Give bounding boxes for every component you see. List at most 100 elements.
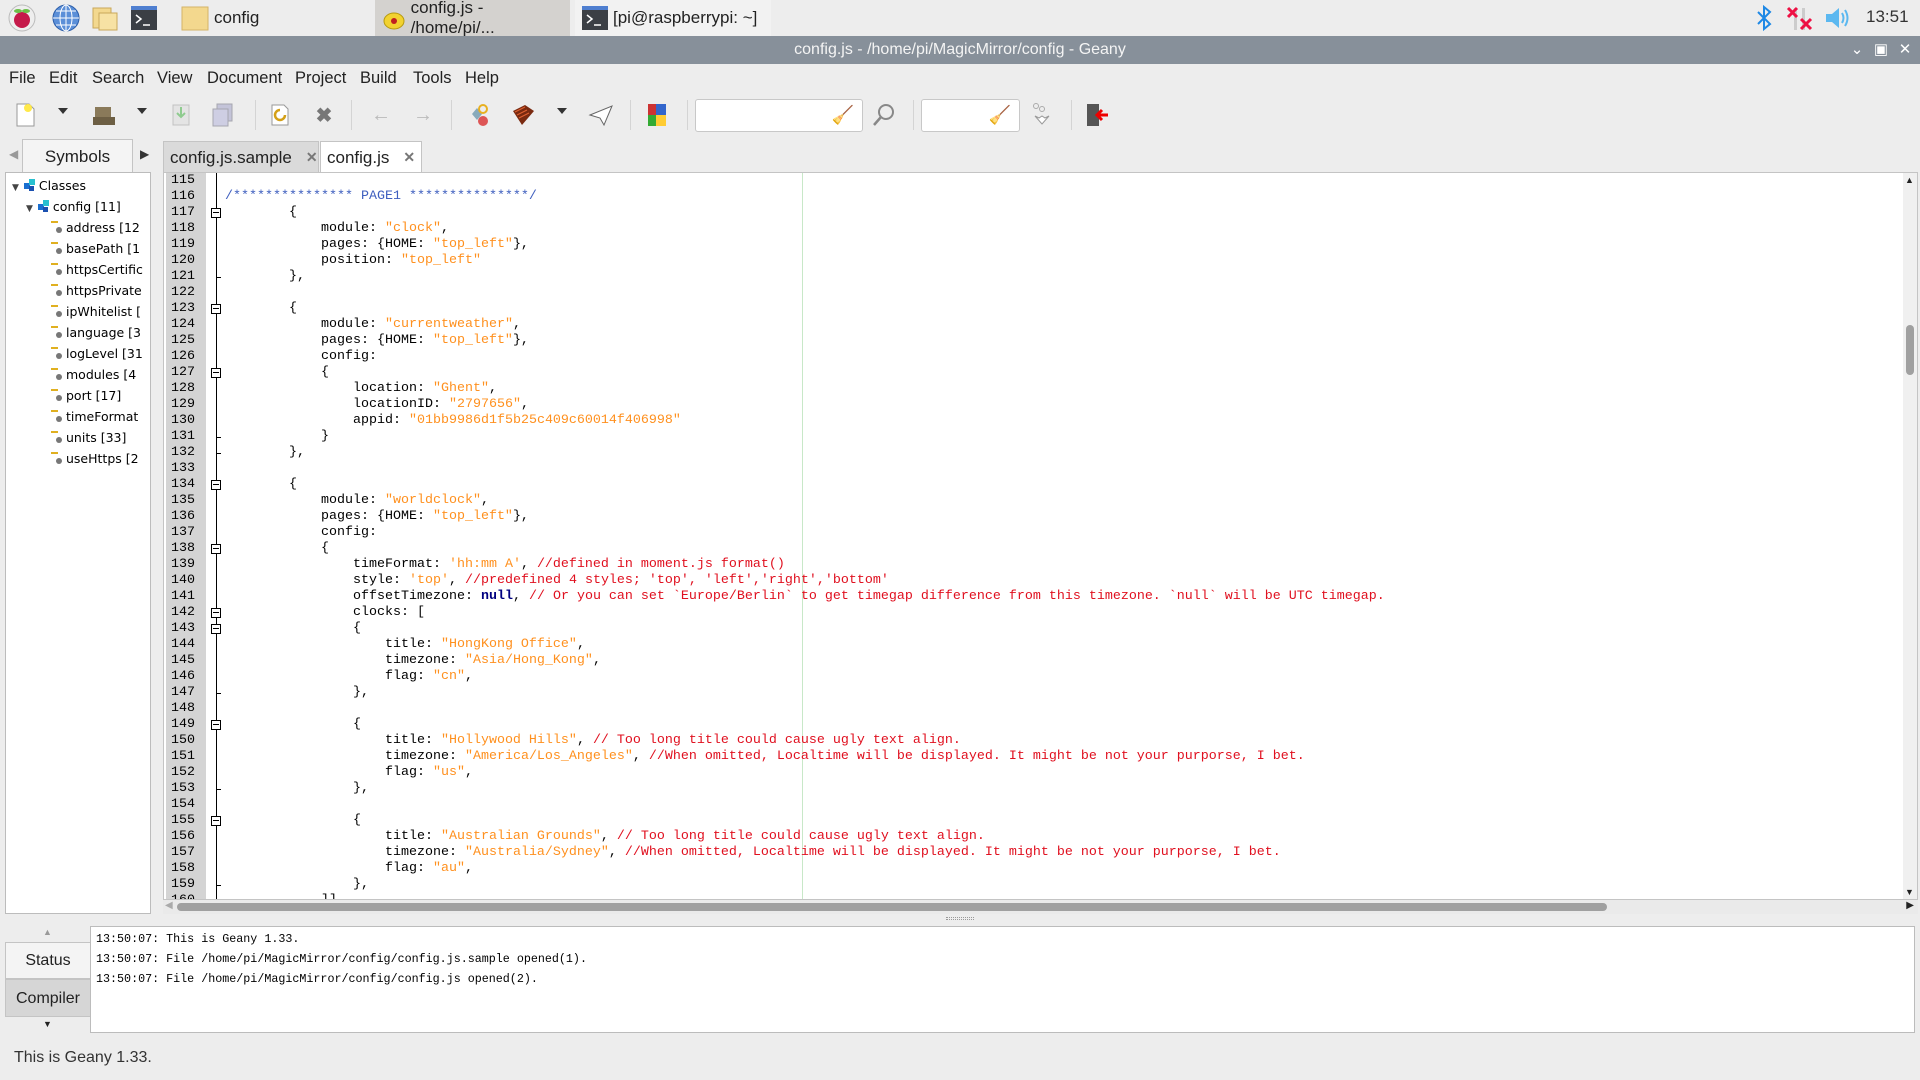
code-line[interactable]: { — [225, 717, 361, 733]
fold-collapse-icon[interactable] — [211, 544, 221, 554]
code-line[interactable]: title: "HongKong Office", — [225, 637, 585, 653]
tree-item[interactable]: ▼ config [11] — [26, 196, 121, 217]
tab-scroll-left-icon[interactable]: ◀ — [9, 147, 18, 161]
code-line[interactable]: flag: "us", — [225, 765, 473, 781]
jump-to-line-icon[interactable] — [1028, 101, 1056, 129]
code-line[interactable]: { — [225, 541, 329, 557]
code-line[interactable]: ]] — [225, 893, 337, 899]
scroll-down-icon[interactable]: ▼ — [1905, 887, 1914, 897]
horizontal-scrollbar[interactable]: ◀ ▶ — [163, 900, 1918, 914]
close-window-icon[interactable]: ✕ — [1895, 36, 1915, 64]
tab-scroll-down-icon[interactable]: ▼ — [43, 1019, 52, 1029]
scroll-left-icon[interactable]: ◀ — [165, 900, 173, 911]
menu-search[interactable]: Search — [92, 69, 144, 88]
fold-collapse-icon[interactable] — [211, 208, 221, 218]
tree-item[interactable]: modules [4 — [50, 364, 136, 385]
code-line[interactable]: flag: "au", — [225, 861, 473, 877]
new-file-icon[interactable] — [11, 101, 39, 129]
menu-document[interactable]: Document — [207, 69, 282, 88]
code-line[interactable]: timeFormat: 'hh:mm A', //defined in mome… — [225, 557, 785, 573]
scroll-right-icon[interactable]: ▶ — [1906, 900, 1914, 911]
code-line[interactable]: { — [225, 301, 297, 317]
code-line[interactable]: locationID: "2797656", — [225, 397, 529, 413]
compile-icon[interactable] — [466, 101, 494, 129]
code-line[interactable]: position: "top_left" — [225, 253, 481, 269]
code-line[interactable]: title: "Australian Grounds", // Too long… — [225, 829, 985, 845]
code-line[interactable]: } — [225, 429, 329, 445]
code-editor[interactable]: 115 116 /*************** PAGE1 ***********… — [163, 172, 1918, 900]
network-disconnected-icon[interactable] — [1786, 4, 1814, 32]
tree-item[interactable]: timeFormat — [50, 406, 138, 427]
code-line[interactable]: flag: "cn", — [225, 669, 473, 685]
code-line[interactable]: { — [225, 621, 361, 637]
close-tab-icon[interactable]: ✕ — [403, 149, 415, 166]
tree-item[interactable]: useHttps [2 — [50, 448, 139, 469]
tree-item[interactable]: ipWhitelist [ — [50, 301, 141, 322]
code-line[interactable]: module: "currentweather", — [225, 317, 521, 333]
tree-item[interactable]: basePath [1 — [50, 238, 140, 259]
menu-view[interactable]: View — [157, 69, 192, 88]
menu-help[interactable]: Help — [465, 69, 499, 88]
tree-item[interactable]: logLevel [31 — [50, 343, 143, 364]
code-line[interactable]: /*************** PAGE1 ***************/ — [225, 189, 537, 205]
volume-icon[interactable] — [1824, 4, 1852, 32]
tree-item[interactable]: port [17] — [50, 385, 121, 406]
expander-icon[interactable]: ▼ — [12, 183, 19, 193]
task-geany[interactable]: config.js - /home/pi/... — [375, 0, 570, 37]
fold-collapse-icon[interactable] — [211, 304, 221, 314]
clear-goto-icon[interactable]: 🧹 — [989, 105, 1011, 126]
fold-collapse-icon[interactable] — [211, 368, 221, 378]
menu-edit[interactable]: Edit — [49, 69, 77, 88]
fold-collapse-icon[interactable] — [211, 720, 221, 730]
tab-scroll-up-icon[interactable]: ▲ — [43, 927, 52, 937]
terminal-icon[interactable] — [130, 4, 158, 32]
clock[interactable]: 13:51 — [1866, 7, 1909, 27]
task-file-manager[interactable]: config — [174, 0, 369, 36]
forward-icon[interactable]: → — [409, 101, 437, 129]
code-line[interactable]: title: "Hollywood Hills", // Too long ti… — [225, 733, 961, 749]
code-line[interactable]: pages: {HOME: "top_left"}, — [225, 509, 529, 525]
expander-icon[interactable]: ▼ — [26, 204, 33, 214]
fold-collapse-icon[interactable] — [211, 480, 221, 490]
execute-icon[interactable] — [587, 101, 615, 129]
code-line[interactable]: }, — [225, 877, 369, 893]
pane-resize-handle[interactable] — [946, 917, 974, 920]
scroll-up-icon[interactable]: ▲ — [1905, 175, 1914, 185]
code-line[interactable]: { — [225, 477, 297, 493]
code-line[interactable]: timezone: "America/Los_Angeles", //When … — [225, 749, 1305, 765]
code-line[interactable]: config: — [225, 349, 377, 365]
file-manager-icon[interactable] — [91, 4, 119, 32]
minimize-icon[interactable]: ⌄ — [1847, 36, 1867, 64]
code-line[interactable]: }, — [225, 781, 369, 797]
tab-status[interactable]: Status — [5, 942, 91, 979]
build-dropdown[interactable] — [557, 108, 567, 114]
build-icon[interactable] — [509, 101, 537, 129]
code-line[interactable]: timezone: "Asia/Hong_Kong", — [225, 653, 601, 669]
tab-config-js[interactable]: config.js ✕ — [320, 141, 422, 173]
save-icon[interactable] — [167, 101, 195, 129]
code-line[interactable]: pages: {HOME: "top_left"}, — [225, 333, 529, 349]
fold-collapse-icon[interactable] — [211, 816, 221, 826]
fold-collapse-icon[interactable] — [211, 624, 221, 634]
fold-margin[interactable] — [206, 173, 222, 899]
web-browser-icon[interactable] — [52, 4, 80, 32]
menu-tools[interactable]: Tools — [413, 69, 452, 88]
close-tab-icon[interactable]: ✕ — [306, 149, 318, 166]
tab-scroll-right-icon[interactable]: ▶ — [140, 147, 149, 161]
color-chooser-icon[interactable] — [644, 101, 672, 129]
code-line[interactable]: timezone: "Australia/Sydney", //When omi… — [225, 845, 1281, 861]
code-line[interactable]: { — [225, 813, 361, 829]
code-line[interactable]: pages: {HOME: "top_left"}, — [225, 237, 529, 253]
menu-file[interactable]: File — [9, 69, 36, 88]
find-icon[interactable] — [870, 101, 898, 129]
code-line[interactable]: module: "clock", — [225, 221, 449, 237]
vertical-scroll-thumb[interactable] — [1906, 325, 1914, 375]
quit-icon[interactable] — [1083, 101, 1111, 129]
goto-line-input[interactable]: 🧹 — [921, 99, 1020, 132]
tab-compiler[interactable]: Compiler — [5, 979, 91, 1017]
tree-item[interactable]: units [33] — [50, 427, 126, 448]
tree-item[interactable]: address [12 — [50, 217, 140, 238]
code-line[interactable]: config: — [225, 525, 377, 541]
code-line[interactable]: }, — [225, 445, 305, 461]
code-line[interactable]: }, — [225, 685, 369, 701]
